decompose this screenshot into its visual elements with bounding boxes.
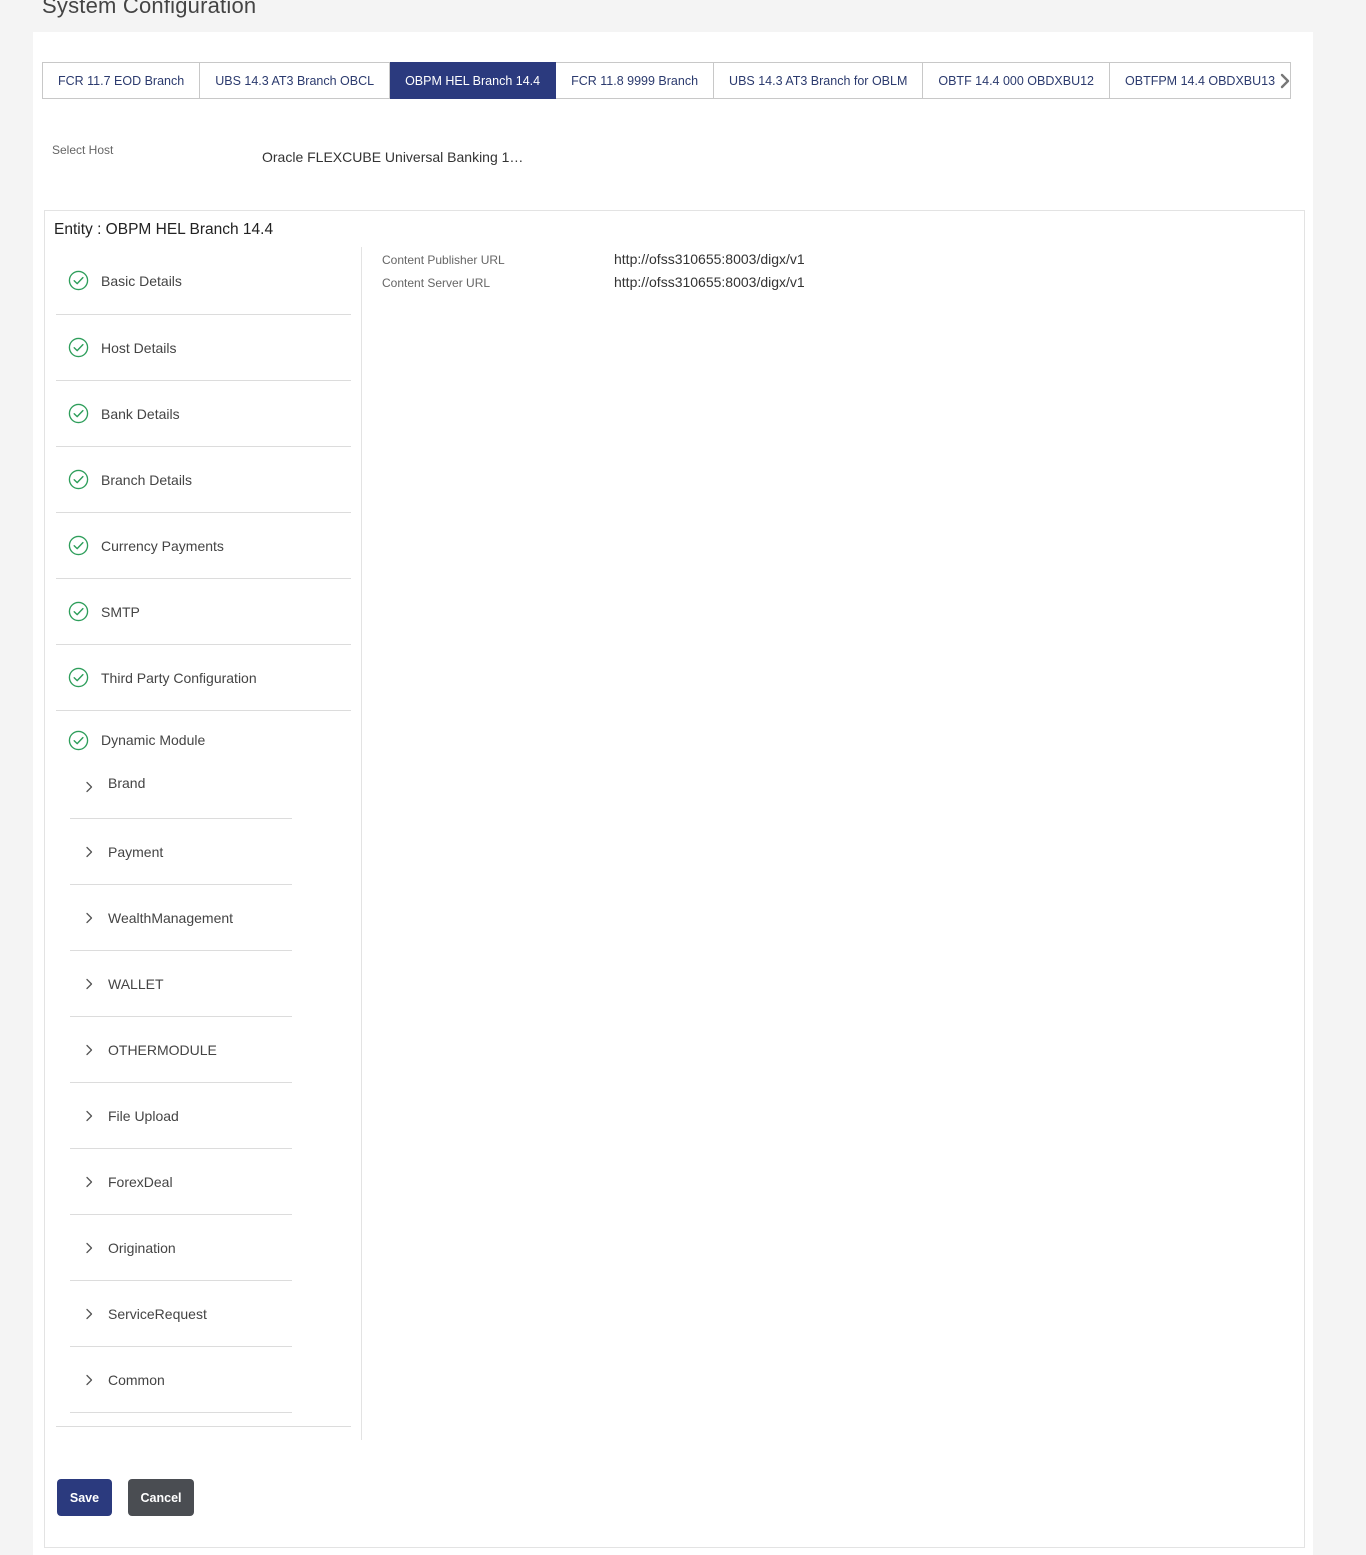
check-circle-icon	[68, 403, 89, 424]
sub-item-origination[interactable]: Origination	[70, 1215, 292, 1281]
chevron-right-icon	[86, 846, 93, 857]
tab-obpm-hel-branch-14-4[interactable]: OBPM HEL Branch 14.4	[390, 62, 557, 99]
check-circle-icon	[68, 730, 89, 750]
chevron-right-icon	[86, 978, 93, 989]
nav-item-currency-payments[interactable]: Currency Payments	[56, 513, 351, 579]
check-circle-icon	[68, 337, 89, 358]
nav-item-label: SMTP	[101, 603, 140, 620]
sub-item-file-upload[interactable]: File Upload	[70, 1083, 292, 1149]
sub-item-brand[interactable]: Brand	[70, 769, 292, 819]
tab-obtfpm-14-4-obdxbu13[interactable]: OBTFPM 14.4 OBDXBU13	[1110, 62, 1292, 99]
sub-item-label: ServiceRequest	[108, 1305, 207, 1322]
sub-item-payment[interactable]: Payment	[70, 819, 292, 885]
content-publisher-url-value: http://ofss310655:8003/digx/v1	[614, 251, 805, 267]
check-circle-icon	[68, 667, 89, 688]
configuration-card: FCR 11.7 EOD Branch UBS 14.3 AT3 Branch …	[33, 32, 1313, 1555]
nav-item-basic-details[interactable]: Basic Details	[56, 247, 351, 315]
dynamic-module-sublist: Brand Payment WealthManagement WALLET OT…	[70, 769, 292, 1413]
sub-item-wealthmanagement[interactable]: WealthManagement	[70, 885, 292, 951]
sub-item-label: WALLET	[108, 975, 164, 992]
sub-item-label: File Upload	[108, 1107, 179, 1124]
cancel-button[interactable]: Cancel	[128, 1479, 194, 1516]
nav-item-third-party-configuration[interactable]: Third Party Configuration	[56, 645, 351, 711]
chevron-right-icon	[86, 912, 93, 923]
save-button[interactable]: Save	[57, 1479, 112, 1516]
tab-fcr-11-7-eod-branch[interactable]: FCR 11.7 EOD Branch	[42, 62, 201, 99]
page-title: System Configuration	[42, 0, 257, 18]
content-server-url-label: Content Server URL	[382, 276, 491, 290]
chevron-right-icon	[86, 1110, 93, 1121]
sub-item-label: Common	[108, 1371, 165, 1388]
check-circle-icon	[68, 535, 89, 556]
nav-divider	[56, 1426, 351, 1427]
sub-item-label: Brand	[108, 775, 146, 791]
chevron-right-icon	[86, 1176, 93, 1187]
sub-item-label: ForexDeal	[108, 1173, 173, 1190]
chevron-right-icon	[1280, 73, 1290, 89]
tab-ubs-14-3-at3-branch-for-oblm[interactable]: UBS 14.3 AT3 Branch for OBLM	[714, 62, 924, 99]
entity-panel: Entity : OBPM HEL Branch 14.4 Basic Deta…	[44, 210, 1305, 1548]
chevron-right-icon	[86, 1242, 93, 1253]
chevron-right-icon	[86, 781, 93, 793]
sub-item-label: OTHERMODULE	[108, 1041, 217, 1058]
nav-item-label: Basic Details	[101, 272, 182, 289]
entity-title: Entity : OBPM HEL Branch 14.4	[54, 221, 274, 238]
sub-item-label: Origination	[108, 1239, 176, 1256]
check-circle-icon	[68, 469, 89, 490]
content-publisher-url-row: Content Publisher URL http://ofss310655:…	[382, 251, 805, 267]
content-server-url-row: Content Server URL http://ofss310655:800…	[382, 274, 805, 290]
sub-item-common[interactable]: Common	[70, 1347, 292, 1413]
sub-item-servicerequest[interactable]: ServiceRequest	[70, 1281, 292, 1347]
nav-item-smtp[interactable]: SMTP	[56, 579, 351, 645]
sub-item-label: Payment	[108, 843, 164, 860]
nav-item-label: Currency Payments	[101, 537, 224, 554]
check-circle-icon	[68, 601, 89, 622]
nav-item-branch-details[interactable]: Branch Details	[56, 447, 351, 513]
nav-item-label: Branch Details	[101, 471, 193, 488]
nav-item-label: Host Details	[101, 339, 177, 356]
tab-fcr-11-8-9999-branch[interactable]: FCR 11.8 9999 Branch	[556, 62, 715, 99]
nav-item-dynamic-module[interactable]: Dynamic Module	[56, 711, 351, 769]
nav-item-host-details[interactable]: Host Details	[56, 315, 351, 381]
nav-item-label: Bank Details	[101, 405, 180, 422]
tab-obtf-14-4-000-obdxbu12[interactable]: OBTF 14.4 000 OBDXBU12	[923, 62, 1111, 99]
select-host-dropdown[interactable]: Oracle FLEXCUBE Universal Banking 1…	[262, 149, 523, 165]
content-publisher-url-label: Content Publisher URL	[382, 253, 505, 267]
sub-item-forexdeal[interactable]: ForexDeal	[70, 1149, 292, 1215]
tab-ubs-14-3-at3-branch-obcl[interactable]: UBS 14.3 AT3 Branch OBCL	[200, 62, 391, 99]
nav-item-label: Third Party Configuration	[101, 669, 257, 686]
check-circle-icon	[68, 270, 89, 291]
entity-tabs: FCR 11.7 EOD Branch UBS 14.3 AT3 Branch …	[42, 62, 1292, 99]
chevron-right-icon	[86, 1308, 93, 1319]
content-server-url-value: http://ofss310655:8003/digx/v1	[614, 274, 805, 290]
nav-item-label: Dynamic Module	[101, 732, 206, 748]
tabs-next-button[interactable]	[1274, 70, 1296, 92]
nav-item-bank-details[interactable]: Bank Details	[56, 381, 351, 447]
sub-item-othermodule[interactable]: OTHERMODULE	[70, 1017, 292, 1083]
configuration-steps-nav: Basic Details Host Details Bank Details …	[56, 247, 351, 1427]
select-host-label: Select Host	[52, 143, 114, 157]
panel-divider	[361, 247, 362, 1440]
sub-item-label: WealthManagement	[108, 909, 234, 926]
sub-item-wallet[interactable]: WALLET	[70, 951, 292, 1017]
chevron-right-icon	[86, 1044, 93, 1055]
chevron-right-icon	[86, 1374, 93, 1385]
